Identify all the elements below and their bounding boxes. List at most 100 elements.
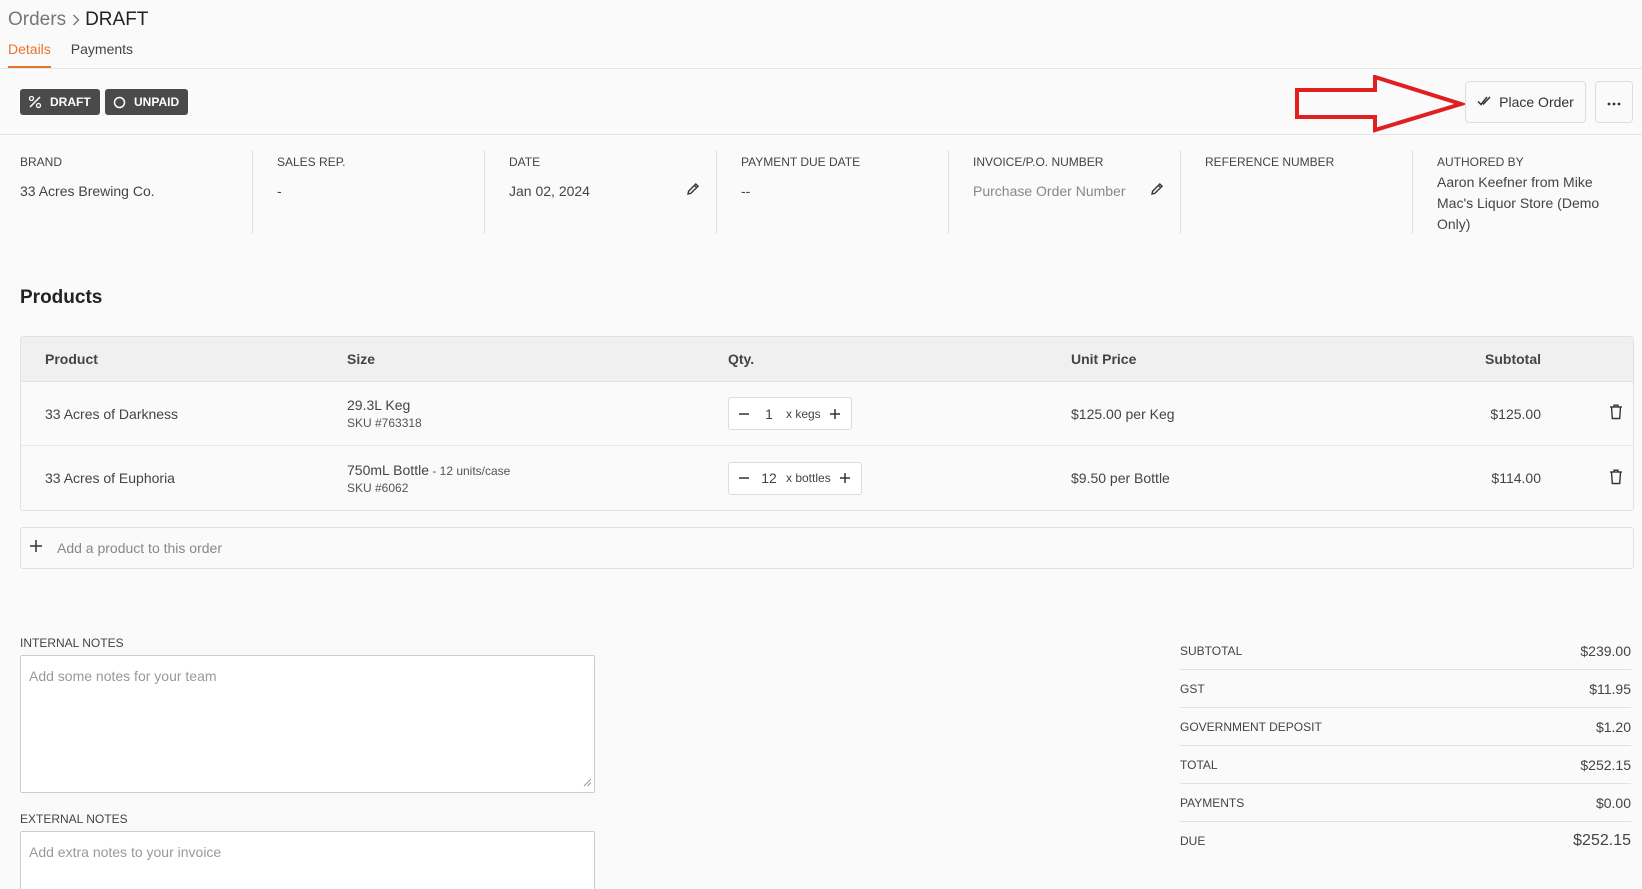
- detail-sales-rep: SALES REP. -: [252, 150, 484, 234]
- product-size: 750mL Bottle - 12 units/case SKU #6062: [347, 462, 728, 495]
- summary-row-deposit: GOVERNMENT DEPOSIT $1.20: [1180, 708, 1631, 746]
- table-header: Product Size Qty. Unit Price Subtotal: [21, 337, 1633, 382]
- authored-by-label: AUTHORED BY: [1437, 155, 1524, 169]
- quantity-value[interactable]: 12: [752, 470, 786, 486]
- row-subtotal: $114.00: [1491, 470, 1541, 486]
- detail-invoice: INVOICE/P.O. NUMBER Purchase Order Numbe…: [948, 150, 1180, 234]
- external-notes-placeholder: Add extra notes to your invoice: [29, 844, 222, 860]
- external-notes-field[interactable]: Add extra notes to your invoice: [20, 831, 595, 889]
- resize-grip-icon[interactable]: [583, 774, 592, 790]
- sku-label: SKU #6062: [347, 480, 409, 495]
- date-value: Jan 02, 2024: [509, 183, 590, 199]
- tab-details[interactable]: Details: [8, 40, 51, 68]
- draft-badge-label: DRAFT: [50, 95, 91, 109]
- summary-row-total: TOTAL $252.15: [1180, 746, 1631, 784]
- plus-icon[interactable]: [827, 406, 843, 422]
- tab-bar: Details Payments: [8, 40, 153, 68]
- order-summary: SUBTOTAL $239.00 GST $11.95 GOVERNMENT D…: [1180, 632, 1631, 860]
- size-label: 750mL Bottle: [347, 461, 429, 478]
- minus-icon[interactable]: [736, 470, 752, 486]
- sales-rep-value: -: [277, 183, 282, 199]
- quantity-stepper: 1 x kegs: [728, 397, 852, 430]
- detail-authored-by: AUTHORED BY Aaron Keefner from Mike Mac'…: [1412, 150, 1632, 234]
- external-notes-label: EXTERNAL NOTES: [20, 812, 128, 826]
- breadcrumb: Orders DRAFT: [8, 9, 148, 31]
- gst-label: GST: [1180, 681, 1205, 696]
- summary-row-due: DUE $252.15: [1180, 822, 1631, 860]
- column-header-product: Product: [45, 351, 98, 367]
- payment-due-value: --: [741, 183, 751, 199]
- size-label: 29.3L Keg: [347, 397, 411, 413]
- sales-rep-label: SALES REP.: [277, 155, 346, 169]
- detail-reference: REFERENCE NUMBER: [1180, 150, 1412, 234]
- circle-icon: [113, 96, 126, 109]
- page-title: DRAFT: [85, 9, 149, 30]
- plus-icon: [29, 539, 43, 558]
- product-name: 33 Acres of Darkness: [45, 405, 179, 422]
- invoice-number-input[interactable]: Purchase Order Number: [973, 181, 1170, 202]
- quantity-unit: x bottles: [786, 471, 831, 485]
- column-header-size: Size: [347, 351, 376, 367]
- reference-label: REFERENCE NUMBER: [1205, 155, 1335, 169]
- add-product-label: Add a product to this order: [57, 540, 222, 556]
- chevron-right-icon: [72, 14, 80, 26]
- product-name: 33 Acres of Euphoria: [45, 470, 175, 486]
- tab-payments[interactable]: Payments: [71, 40, 133, 68]
- percent-icon: [28, 95, 42, 109]
- payments-value: $0.00: [1595, 794, 1631, 811]
- subtotal-value: $239.00: [1580, 642, 1631, 659]
- trash-icon[interactable]: [1609, 469, 1623, 488]
- column-header-unit-price: Unit Price: [1071, 351, 1137, 367]
- deposit-label: GOVERNMENT DEPOSIT: [1180, 719, 1322, 734]
- products-table: Product Size Qty. Unit Price Subtotal 33…: [20, 336, 1634, 511]
- unpaid-status-badge: UNPAID: [105, 89, 189, 115]
- brand-value: 33 Acres Brewing Co.: [20, 183, 155, 199]
- case-info: - 12 units/case: [428, 463, 511, 478]
- pencil-icon[interactable]: [686, 182, 700, 201]
- payment-due-label: PAYMENT DUE DATE: [741, 155, 861, 169]
- detail-date: DATE Jan 02, 2024: [484, 150, 716, 234]
- date-label: DATE: [509, 155, 541, 169]
- unpaid-badge-label: UNPAID: [134, 95, 180, 109]
- internal-notes-placeholder: Add some notes for your team: [29, 668, 217, 684]
- order-details: BRAND 33 Acres Brewing Co. SALES REP. - …: [20, 150, 1634, 234]
- column-header-subtotal: Subtotal: [1485, 351, 1541, 367]
- minus-icon[interactable]: [736, 406, 752, 422]
- add-product-button[interactable]: Add a product to this order: [20, 527, 1634, 569]
- due-value: $252.15: [1573, 832, 1631, 849]
- trash-icon[interactable]: [1609, 404, 1623, 423]
- plus-icon[interactable]: [837, 470, 853, 486]
- sku-label: SKU #763318: [347, 416, 422, 430]
- summary-row-subtotal: SUBTOTAL $239.00: [1180, 632, 1631, 670]
- summary-row-gst: GST $11.95: [1180, 670, 1631, 708]
- products-heading: Products: [20, 287, 103, 308]
- row-subtotal: $125.00: [1490, 405, 1541, 422]
- quantity-stepper: 12 x bottles: [728, 461, 862, 495]
- unit-price: $125.00 per Keg: [1071, 405, 1175, 422]
- due-label: DUE: [1180, 834, 1206, 848]
- place-order-button[interactable]: Place Order: [1465, 81, 1586, 123]
- product-size: 29.3L Keg SKU #763318: [347, 397, 728, 430]
- breadcrumb-orders-link[interactable]: Orders: [8, 9, 66, 31]
- total-label: TOTAL: [1180, 757, 1218, 772]
- payments-label: PAYMENTS: [1180, 795, 1245, 810]
- deposit-value: $1.20: [1595, 718, 1631, 735]
- internal-notes-label: INTERNAL NOTES: [20, 636, 124, 650]
- summary-row-payments: PAYMENTS $0.00: [1180, 784, 1631, 822]
- gst-value: $11.95: [1589, 680, 1631, 697]
- total-value: $252.15: [1580, 756, 1631, 773]
- double-check-icon: [1477, 94, 1491, 111]
- subtotal-label: SUBTOTAL: [1180, 643, 1243, 658]
- draft-status-badge: DRAFT: [20, 89, 100, 115]
- red-arrow-annotation: [1295, 75, 1465, 133]
- internal-notes-field[interactable]: Add some notes for your team: [20, 655, 595, 793]
- table-row: 33 Acres of Euphoria 750mL Bottle - 12 u…: [21, 446, 1633, 510]
- order-page: Orders DRAFT Details Payments Details DR…: [0, 0, 1642, 889]
- quantity-value[interactable]: 1: [752, 406, 786, 422]
- authored-by-value: Aaron Keefner from Mike Mac's Liquor Sto…: [1437, 174, 1600, 232]
- column-header-qty: Qty.: [728, 351, 755, 367]
- more-actions-button[interactable]: [1595, 81, 1633, 123]
- place-order-label: Place Order: [1499, 94, 1574, 110]
- detail-payment-due: PAYMENT DUE DATE --: [716, 150, 948, 234]
- pencil-icon[interactable]: [1150, 182, 1164, 201]
